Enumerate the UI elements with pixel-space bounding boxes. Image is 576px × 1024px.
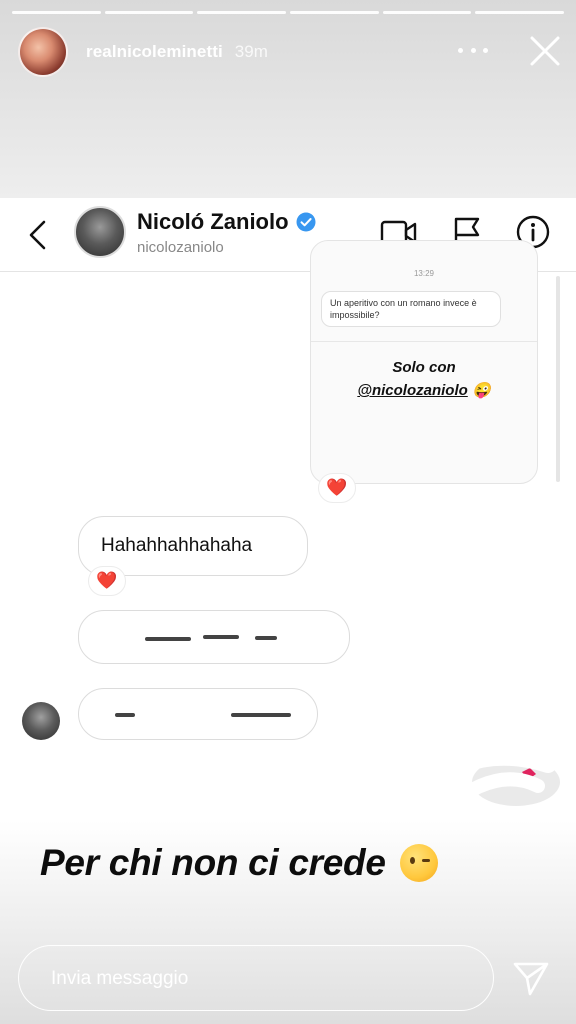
mention-link[interactable]: @nicolozaniolo	[357, 382, 467, 399]
dm-name-text: Nicoló Zaniolo	[137, 209, 289, 234]
story-progress	[12, 11, 565, 14]
redacted-sticker	[418, 747, 560, 812]
shared-story-time: 13:29	[413, 269, 435, 278]
wink-emoji	[399, 844, 438, 882]
redaction-mark	[203, 635, 239, 639]
dm-handle: nicolozaniolo	[137, 239, 224, 256]
progress-segment	[104, 11, 194, 14]
message-placeholder: Invia messaggio	[51, 968, 189, 989]
story-avatar[interactable]	[18, 27, 68, 77]
redaction-mark	[231, 713, 291, 717]
dm-avatar[interactable]	[74, 206, 126, 258]
message-text: Hahahhahhahaha	[101, 535, 253, 556]
redaction-overlay	[87, 615, 343, 635]
heart-reaction[interactable]: ❤️	[88, 566, 126, 596]
redaction-overlay	[139, 695, 225, 733]
shared-story-question: Un aperitivo con un romano invece è impo…	[321, 291, 501, 327]
progress-segment	[290, 11, 379, 14]
send-message-input[interactable]: Invia messaggio	[18, 945, 494, 1011]
redaction-mark	[255, 636, 277, 640]
shared-story-answer: Solo con	[392, 359, 456, 376]
scrollbar[interactable]	[556, 276, 560, 482]
verified-icon	[296, 212, 316, 232]
back-icon[interactable]	[26, 218, 50, 252]
divider	[311, 341, 537, 342]
sender-avatar[interactable]	[22, 702, 60, 740]
message-bubble-redacted[interactable]	[78, 688, 318, 740]
shared-story-card[interactable]: 13:29 Un aperitivo con un romano invece …	[310, 240, 538, 484]
send-icon[interactable]	[512, 959, 550, 997]
message-bubble-redacted[interactable]	[78, 610, 350, 664]
redaction-mark	[145, 637, 191, 641]
progress-segment	[197, 11, 287, 14]
progress-segment	[475, 11, 565, 14]
story-time: 39m	[234, 42, 268, 61]
story-header: realnicoleminetti 39m	[18, 26, 562, 78]
shared-story-answer-mention: @nicolozaniolo 😜	[311, 381, 537, 399]
close-icon[interactable]	[528, 34, 562, 68]
redaction-mark	[115, 713, 135, 717]
caption-text: Per chi non ci crede	[40, 842, 386, 883]
heart-reaction[interactable]: ❤️	[318, 473, 356, 503]
story-username[interactable]: realnicoleminetti	[86, 42, 223, 62]
dm-name[interactable]: Nicoló Zaniolo	[137, 209, 316, 235]
story-caption: Per chi non ci crede	[40, 842, 438, 884]
progress-segment	[12, 11, 101, 14]
tongue-emoji: 😜	[471, 382, 491, 399]
more-icon[interactable]	[458, 38, 488, 62]
progress-segment	[382, 11, 472, 14]
